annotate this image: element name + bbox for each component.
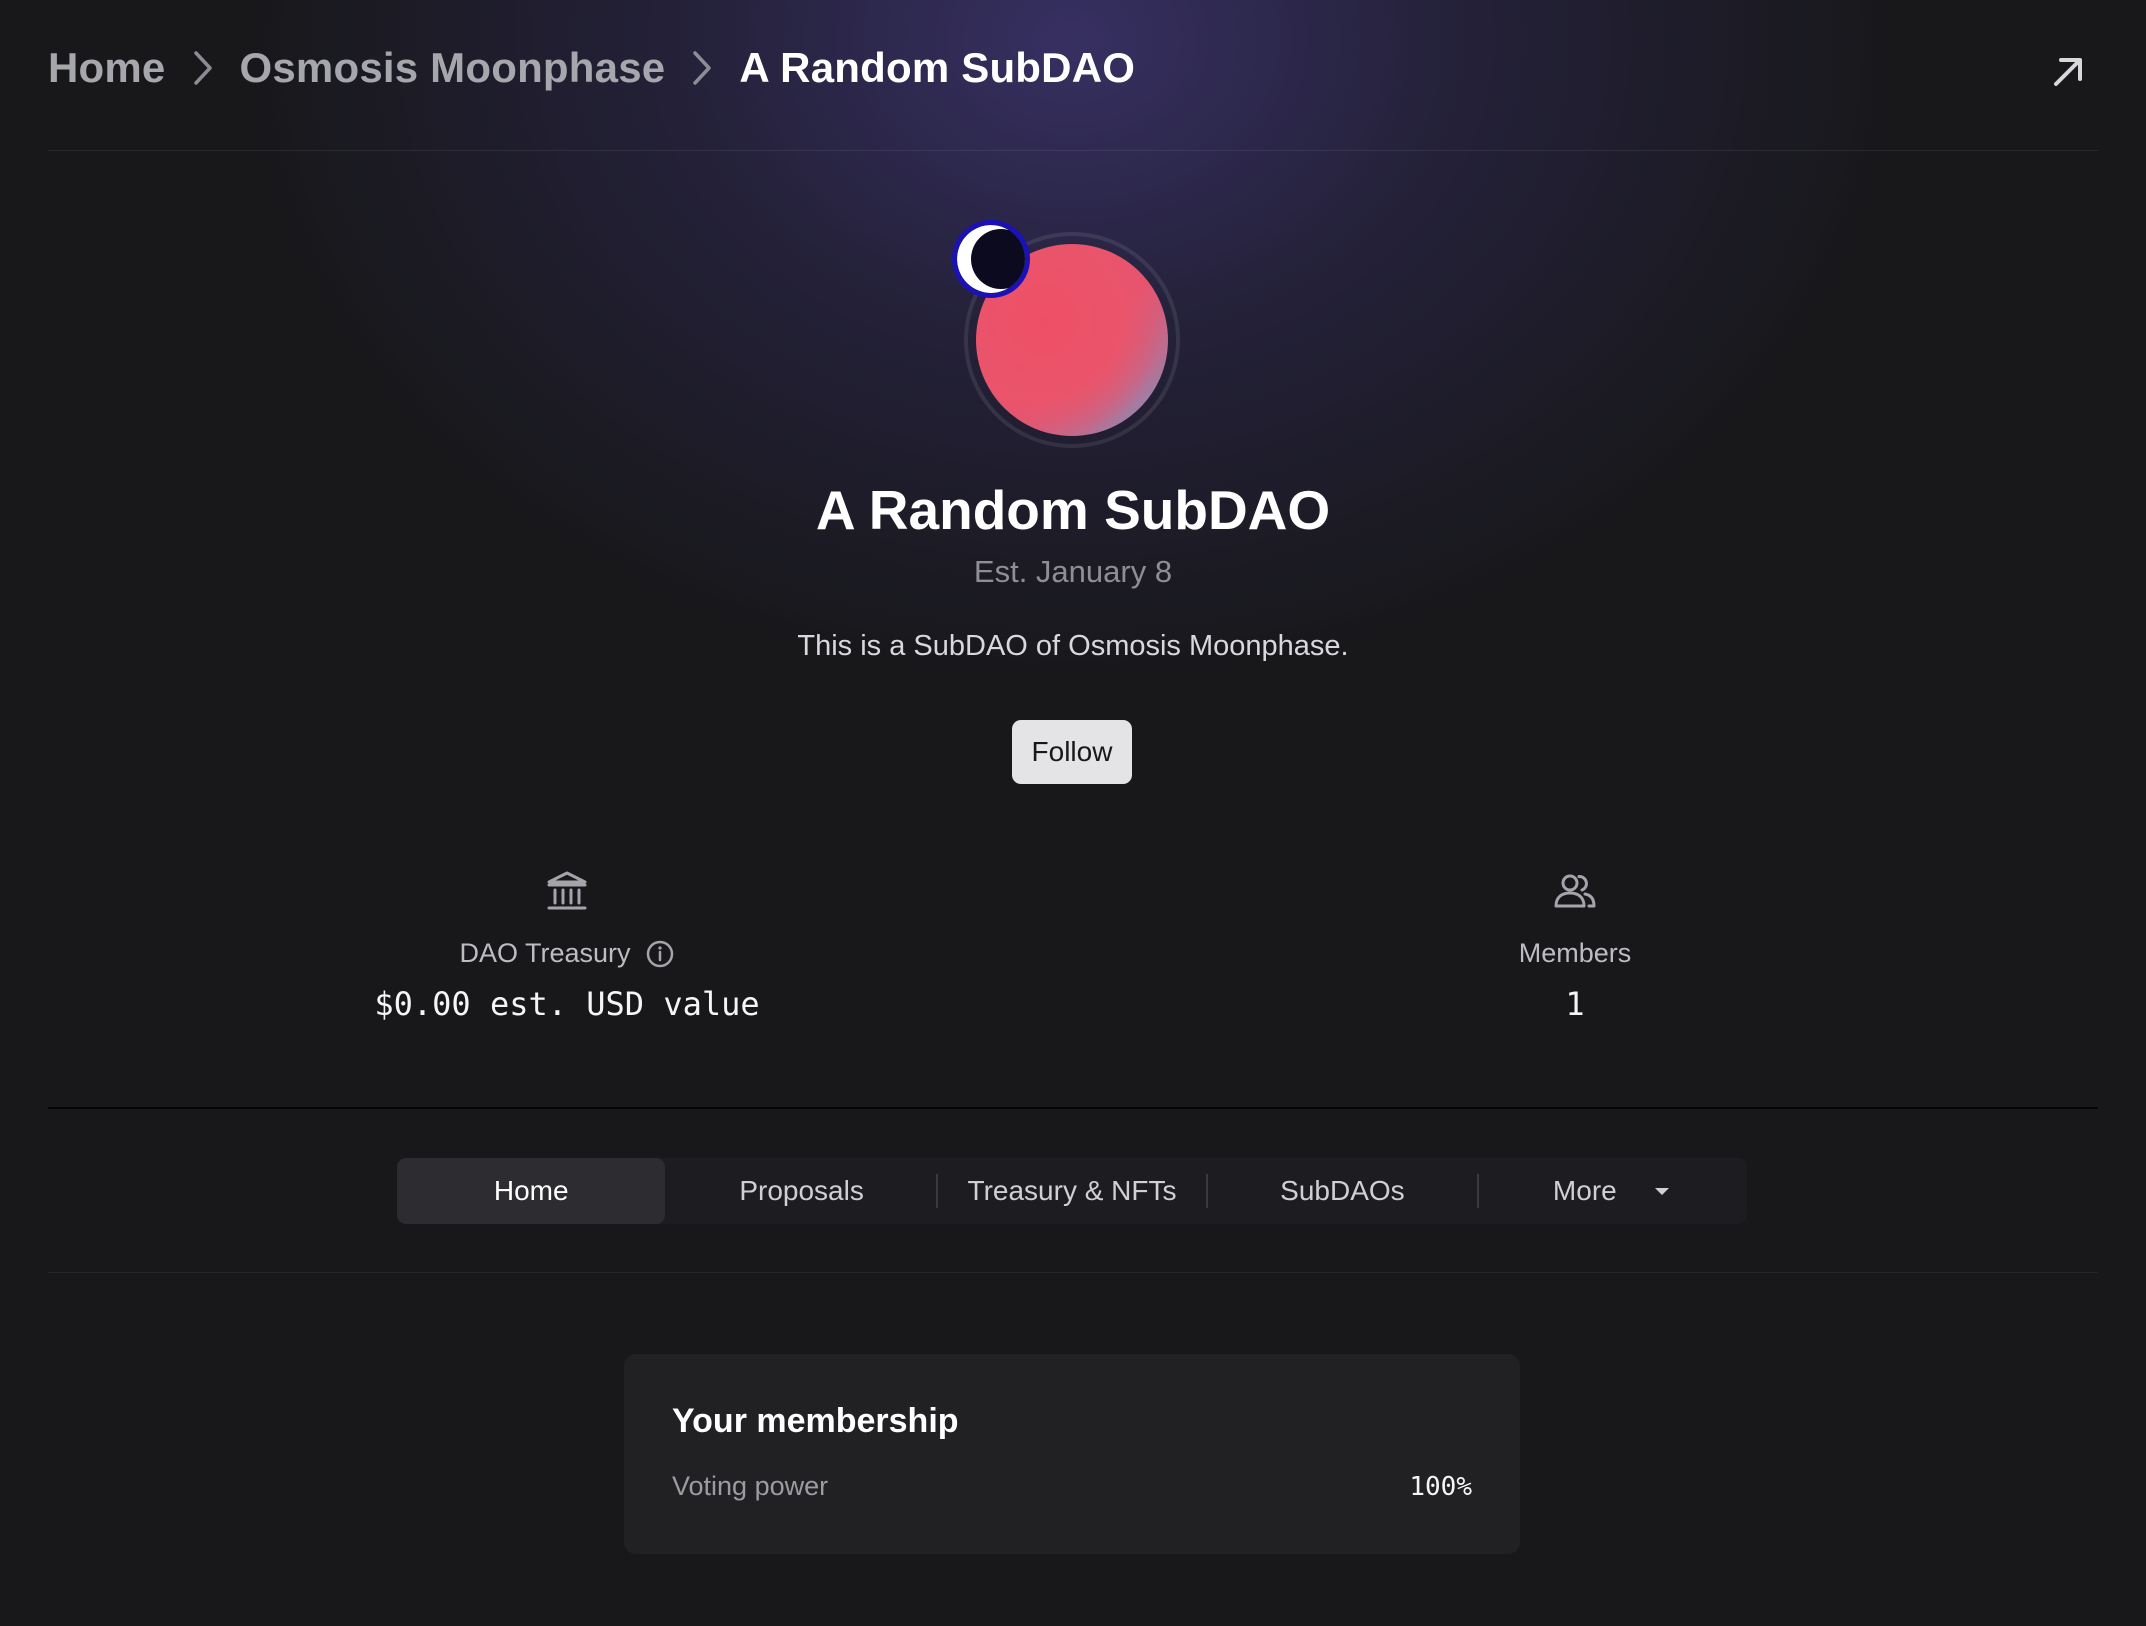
parent-dao-badge[interactable] <box>952 220 1030 298</box>
members-value: 1 <box>1565 985 1585 1023</box>
chevron-right-icon <box>166 44 240 92</box>
section-divider <box>48 1107 2098 1109</box>
follow-button[interactable]: Follow <box>1012 720 1132 784</box>
info-icon[interactable] <box>645 939 675 969</box>
tab-label: More <box>1552 1175 1617 1206</box>
tab-bar: Home Proposals Treasury & NFTs SubDAOs M… <box>397 1158 1747 1224</box>
membership-card: Your membership Voting power 100% <box>624 1354 1520 1554</box>
treasury-stat: DAO Treasury $0.00 est. USD value <box>330 868 804 1023</box>
dao-title: A Random SubDAO <box>815 479 1331 541</box>
bank-icon <box>547 871 587 910</box>
treasury-label-row: DAO Treasury <box>330 938 804 969</box>
header-bar: Home Osmosis Moonphase A Random SubDAO <box>48 0 2098 151</box>
treasury-label: DAO Treasury <box>459 938 631 968</box>
people-icon <box>1554 874 1596 908</box>
voting-power-label: Voting power <box>672 1471 829 1501</box>
breadcrumb-home[interactable]: Home <box>48 44 166 92</box>
membership-title: Your membership <box>672 1402 959 1440</box>
treasury-value: $0.00 est. USD value <box>374 985 760 1023</box>
tab-treasury-nfts[interactable]: Treasury & NFTs <box>938 1158 1206 1224</box>
breadcrumb: Home Osmosis Moonphase A Random SubDAO <box>48 44 1135 92</box>
caret-down-icon <box>1654 1188 1669 1195</box>
voting-power-row: Voting power 100% <box>672 1471 1472 1502</box>
moon-icon <box>957 225 1025 293</box>
tab-home[interactable]: Home <box>397 1158 666 1224</box>
content-divider <box>48 1272 2098 1273</box>
dao-established-date: Est. January 8 <box>973 554 1173 589</box>
tab-label: Proposals <box>739 1175 864 1206</box>
dao-description: This is a SubDAO of Osmosis Moonphase. <box>797 630 1349 662</box>
breadcrumb-current: A Random SubDAO <box>739 44 1136 91</box>
tab-label: SubDAOs <box>1280 1175 1405 1206</box>
tab-proposals[interactable]: Proposals <box>667 1158 935 1224</box>
tab-label: Home <box>493 1175 569 1206</box>
tab-more-dropdown[interactable]: More <box>1479 1158 1747 1224</box>
tab-label: Treasury & NFTs <box>967 1175 1177 1206</box>
dao-page: Home Osmosis Moonphase A Random SubDAO A… <box>0 0 2146 1626</box>
breadcrumb-parent-dao[interactable]: Osmosis Moonphase <box>240 44 666 92</box>
members-stat: Members 1 <box>1400 868 1750 1023</box>
tab-subdaos[interactable]: SubDAOs <box>1208 1158 1476 1224</box>
arrow-up-right-icon[interactable] <box>2048 52 2088 92</box>
voting-power-value: 100% <box>1409 1471 1472 1502</box>
chevron-right-icon <box>665 44 739 92</box>
members-label: Members <box>1518 938 1632 968</box>
